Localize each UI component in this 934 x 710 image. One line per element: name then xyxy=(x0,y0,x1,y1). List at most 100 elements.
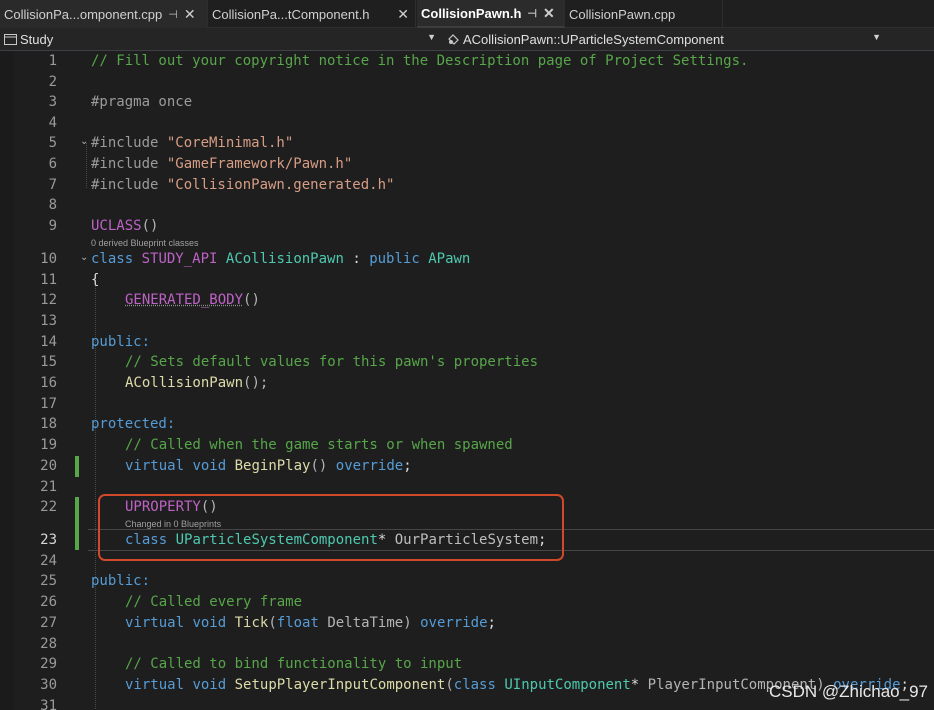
document-tab-strip: CollisionPa...omponent.cpp ⊣ ✕ Collision… xyxy=(0,0,934,28)
tab-collisionpawn-cpp[interactable]: CollisionPawn.cpp xyxy=(565,0,723,28)
scope-dropdown[interactable]: ACollisionPawn::UParticleSystemComponent… xyxy=(443,28,885,50)
code-text: protected: xyxy=(91,416,176,432)
code-text: #include "CollisionPawn.generated.h" xyxy=(91,177,395,193)
line-number: 17 xyxy=(40,396,57,412)
code-line: 7 #include "CollisionPawn.generated.h" xyxy=(0,175,934,196)
code-text: // Sets default values for this pawn's p… xyxy=(125,354,539,370)
annotation-highlight-box xyxy=(98,494,564,561)
line-number: 4 xyxy=(48,115,57,131)
line-number: 11 xyxy=(40,272,57,288)
line-number: 31 xyxy=(40,698,57,710)
code-line: 15 // Sets default values for this pawn'… xyxy=(0,352,934,373)
code-editor[interactable]: 1 // Fill out your copyright notice in t… xyxy=(0,51,934,710)
chevron-down-icon: ▼ xyxy=(872,32,881,42)
collapse-icon[interactable]: ⌄ xyxy=(80,252,88,263)
code-line: 16 ACollisionPawn(); xyxy=(0,373,934,394)
line-number: 24 xyxy=(40,553,57,569)
code-line: 20 virtual void BeginPlay() override; xyxy=(0,456,934,477)
pin-icon[interactable]: ⊣ xyxy=(527,7,537,20)
code-text: // Called every frame xyxy=(125,594,303,610)
tab-label: CollisionPa...tComponent.h xyxy=(212,6,370,22)
line-number: 18 xyxy=(40,416,57,432)
line-number: 12 xyxy=(40,292,57,308)
line-number: 16 xyxy=(40,375,57,391)
code-text: virtual void Tick(float DeltaTime) overr… xyxy=(125,615,496,631)
code-text: UCLASS() xyxy=(91,218,159,234)
line-number: 10 xyxy=(40,251,57,267)
project-icon xyxy=(3,32,17,46)
code-text: #pragma once xyxy=(91,94,193,110)
chevron-down-icon: ▼ xyxy=(427,32,436,42)
line-number: 1 xyxy=(48,53,57,69)
code-line: 11 { xyxy=(0,270,934,291)
line-number: 14 xyxy=(40,334,57,350)
line-number: 22 xyxy=(40,499,57,515)
code-line: 18 protected: xyxy=(0,414,934,435)
code-text: public: xyxy=(91,573,151,589)
code-text: { xyxy=(91,272,100,288)
line-number: 25 xyxy=(40,573,57,589)
line-number: 5 xyxy=(48,135,57,151)
code-line: 1 // Fill out your copyright notice in t… xyxy=(0,51,934,72)
tab-label: CollisionPawn.h xyxy=(421,5,522,21)
code-text: ACollisionPawn(); xyxy=(125,375,269,391)
line-number: 9 xyxy=(48,218,57,234)
close-icon[interactable]: ✕ xyxy=(184,6,196,23)
class-member-icon xyxy=(446,32,460,46)
code-line: 3 #pragma once xyxy=(0,92,934,113)
code-text: public: xyxy=(91,334,151,350)
code-line: 14 public: xyxy=(0,332,934,353)
collapse-icon[interactable]: ⌄ xyxy=(80,136,88,147)
tab-collisionpawn-component-h[interactable]: CollisionPa...tComponent.h ✕ xyxy=(208,0,416,28)
line-number: 29 xyxy=(40,656,57,672)
code-line: 9 UCLASS() xyxy=(0,216,934,237)
code-line: 13 xyxy=(0,311,934,332)
watermark: CSDN @Zhichao_97 xyxy=(769,682,928,701)
tab-collisionpawn-component-cpp[interactable]: CollisionPa...omponent.cpp ⊣ ✕ xyxy=(0,0,208,28)
code-text: class STUDY_API ACollisionPawn : public … xyxy=(91,251,471,267)
close-icon[interactable]: ✕ xyxy=(397,6,409,23)
code-line: 17 xyxy=(0,394,934,415)
line-number: 28 xyxy=(40,636,57,652)
line-number: 13 xyxy=(40,313,57,329)
code-line: 28 xyxy=(0,634,934,655)
code-line: 6 #include "GameFramework/Pawn.h" xyxy=(0,154,934,175)
line-number: 3 xyxy=(48,94,57,110)
line-number: 27 xyxy=(40,615,57,631)
code-line: 26 // Called every frame xyxy=(0,592,934,613)
close-icon[interactable]: ✕ xyxy=(543,5,555,22)
code-line: 19 // Called when the game starts or whe… xyxy=(0,435,934,456)
code-line: 10 ⌄ class STUDY_API ACollisionPawn : pu… xyxy=(0,249,934,270)
codelens-blueprint-classes[interactable]: 0 derived Blueprint classes xyxy=(91,238,199,248)
code-line: 4 xyxy=(0,113,934,134)
line-number: 7 xyxy=(48,177,57,193)
code-text: #include "CoreMinimal.h" xyxy=(91,135,294,151)
line-number: 15 xyxy=(40,354,57,370)
code-line: 27 virtual void Tick(float DeltaTime) ov… xyxy=(0,613,934,634)
code-line: 8 xyxy=(0,195,934,216)
code-text: virtual void BeginPlay() override; xyxy=(125,458,412,474)
line-number: 2 xyxy=(48,74,57,90)
line-number: 23 xyxy=(40,532,57,548)
line-number: 19 xyxy=(40,437,57,453)
code-line: 2 xyxy=(0,72,934,93)
navigation-bar: Study ▼ ACollisionPawn::UParticleSystemC… xyxy=(0,28,934,51)
pin-icon[interactable]: ⊣ xyxy=(168,8,178,21)
tab-label: CollisionPa...omponent.cpp xyxy=(4,6,163,22)
line-number: 20 xyxy=(40,458,57,474)
code-text: // Called to bind functionality to input xyxy=(125,656,463,672)
project-dropdown[interactable]: Study ▼ xyxy=(0,28,440,50)
line-number: 8 xyxy=(48,197,57,213)
code-text: GENERATED_BODY() xyxy=(125,292,260,308)
code-line: 25 public: xyxy=(0,571,934,592)
tab-label: CollisionPawn.cpp xyxy=(569,6,676,22)
project-name: Study xyxy=(20,31,54,47)
line-number: 6 xyxy=(48,156,57,172)
code-line: 29 // Called to bind functionality to in… xyxy=(0,654,934,675)
line-number: 21 xyxy=(40,479,57,495)
code-text: // Called when the game starts or when s… xyxy=(125,437,513,453)
code-line: 5 ⌄ #include "CoreMinimal.h" xyxy=(0,133,934,154)
code-text: // Fill out your copyright notice in the… xyxy=(91,53,749,69)
code-line: 12 GENERATED_BODY() xyxy=(0,290,934,311)
tab-collisionpawn-h[interactable]: CollisionPawn.h ⊣ ✕ xyxy=(417,0,565,28)
